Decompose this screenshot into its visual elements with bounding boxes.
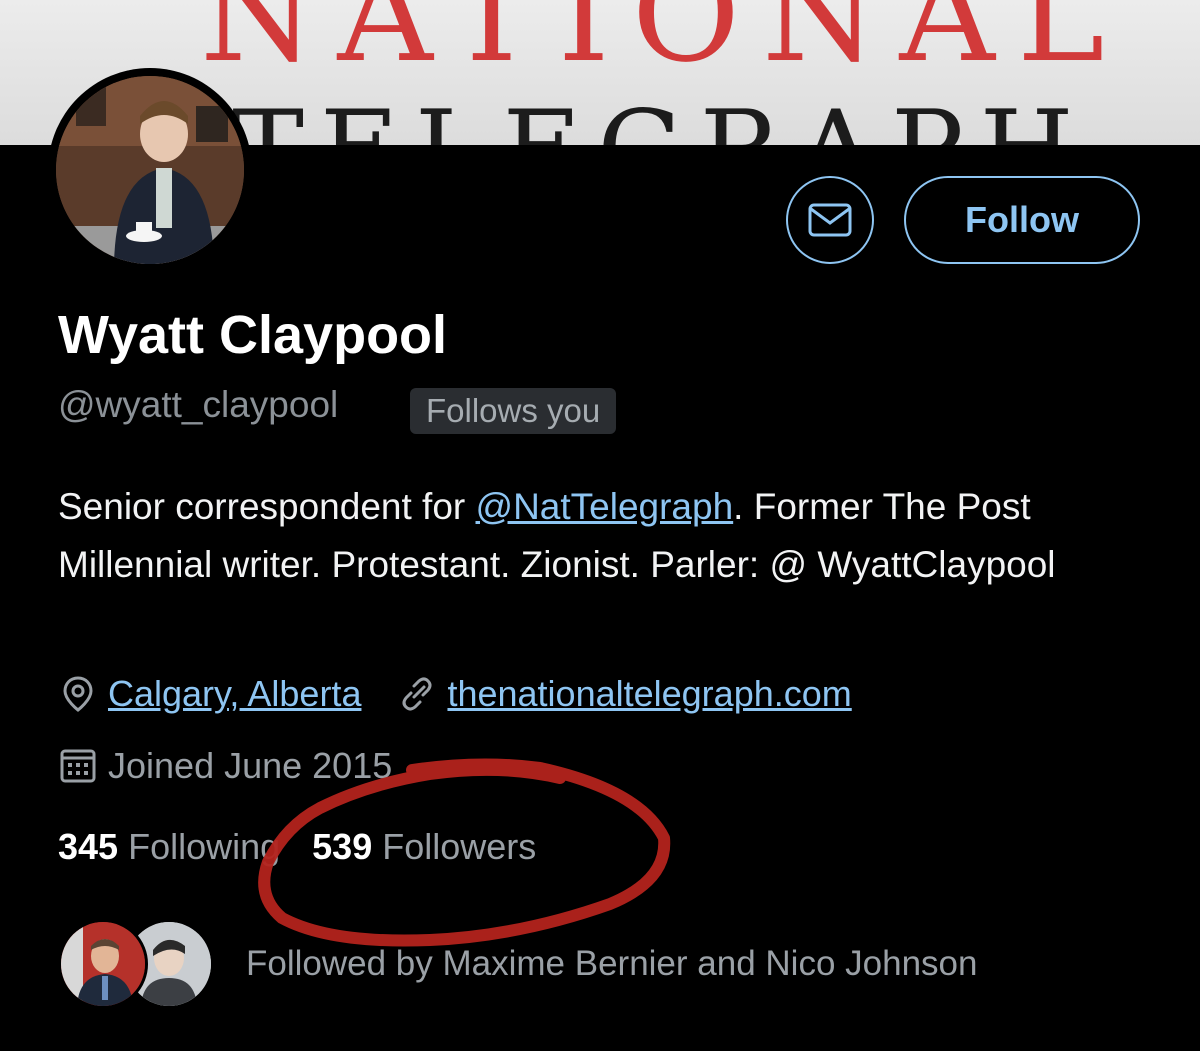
profile-meta-location-row: Calgary, Alberta thenationaltelegraph.co…: [58, 670, 852, 718]
follow-counts: 345 Following 539 Followers: [58, 822, 536, 872]
following-label: Following: [128, 826, 281, 867]
banner-text-line1: NATIONAL: [200, 0, 1127, 92]
location-link[interactable]: Calgary, Alberta: [108, 673, 361, 715]
website-link[interactable]: thenationaltelegraph.com: [447, 673, 851, 715]
followed-by-row[interactable]: Followed by Maxime Bernier and Nico John…: [58, 914, 977, 1014]
follower-avatar-1: [58, 919, 148, 1009]
message-button[interactable]: [786, 176, 874, 264]
followers-count: 539: [312, 826, 373, 867]
profile-name: Wyatt Claypool: [58, 305, 448, 365]
following-link[interactable]: 345 Following: [58, 826, 280, 868]
profile-avatar[interactable]: [48, 68, 252, 272]
profile-bio: Senior correspondent for @NatTelegraph. …: [58, 478, 1148, 594]
follow-button[interactable]: Follow: [904, 176, 1140, 264]
calendar-icon: [60, 749, 96, 783]
bio-mention-link[interactable]: @NatTelegraph: [476, 486, 734, 527]
link-icon: [402, 677, 432, 711]
envelope-icon: [808, 203, 852, 237]
avatar-photo: [56, 76, 244, 264]
joined-date: Joined June 2015: [108, 745, 393, 786]
profile-handle: @wyatt_claypool: [58, 384, 339, 425]
profile-meta-joined-row: Joined June 2015: [58, 742, 392, 790]
following-count: 345: [58, 826, 119, 867]
followers-label: Followers: [382, 826, 537, 867]
bio-text-prefix: Senior correspondent for: [58, 486, 476, 527]
followers-link[interactable]: 539 Followers: [312, 826, 536, 868]
followed-by-text: Followed by Maxime Bernier and Nico John…: [246, 944, 978, 983]
map-pin-icon: [63, 676, 93, 712]
banner-text-line2: TELEGRAPH: [232, 88, 1090, 145]
follows-you-badge: Follows you: [410, 388, 617, 434]
